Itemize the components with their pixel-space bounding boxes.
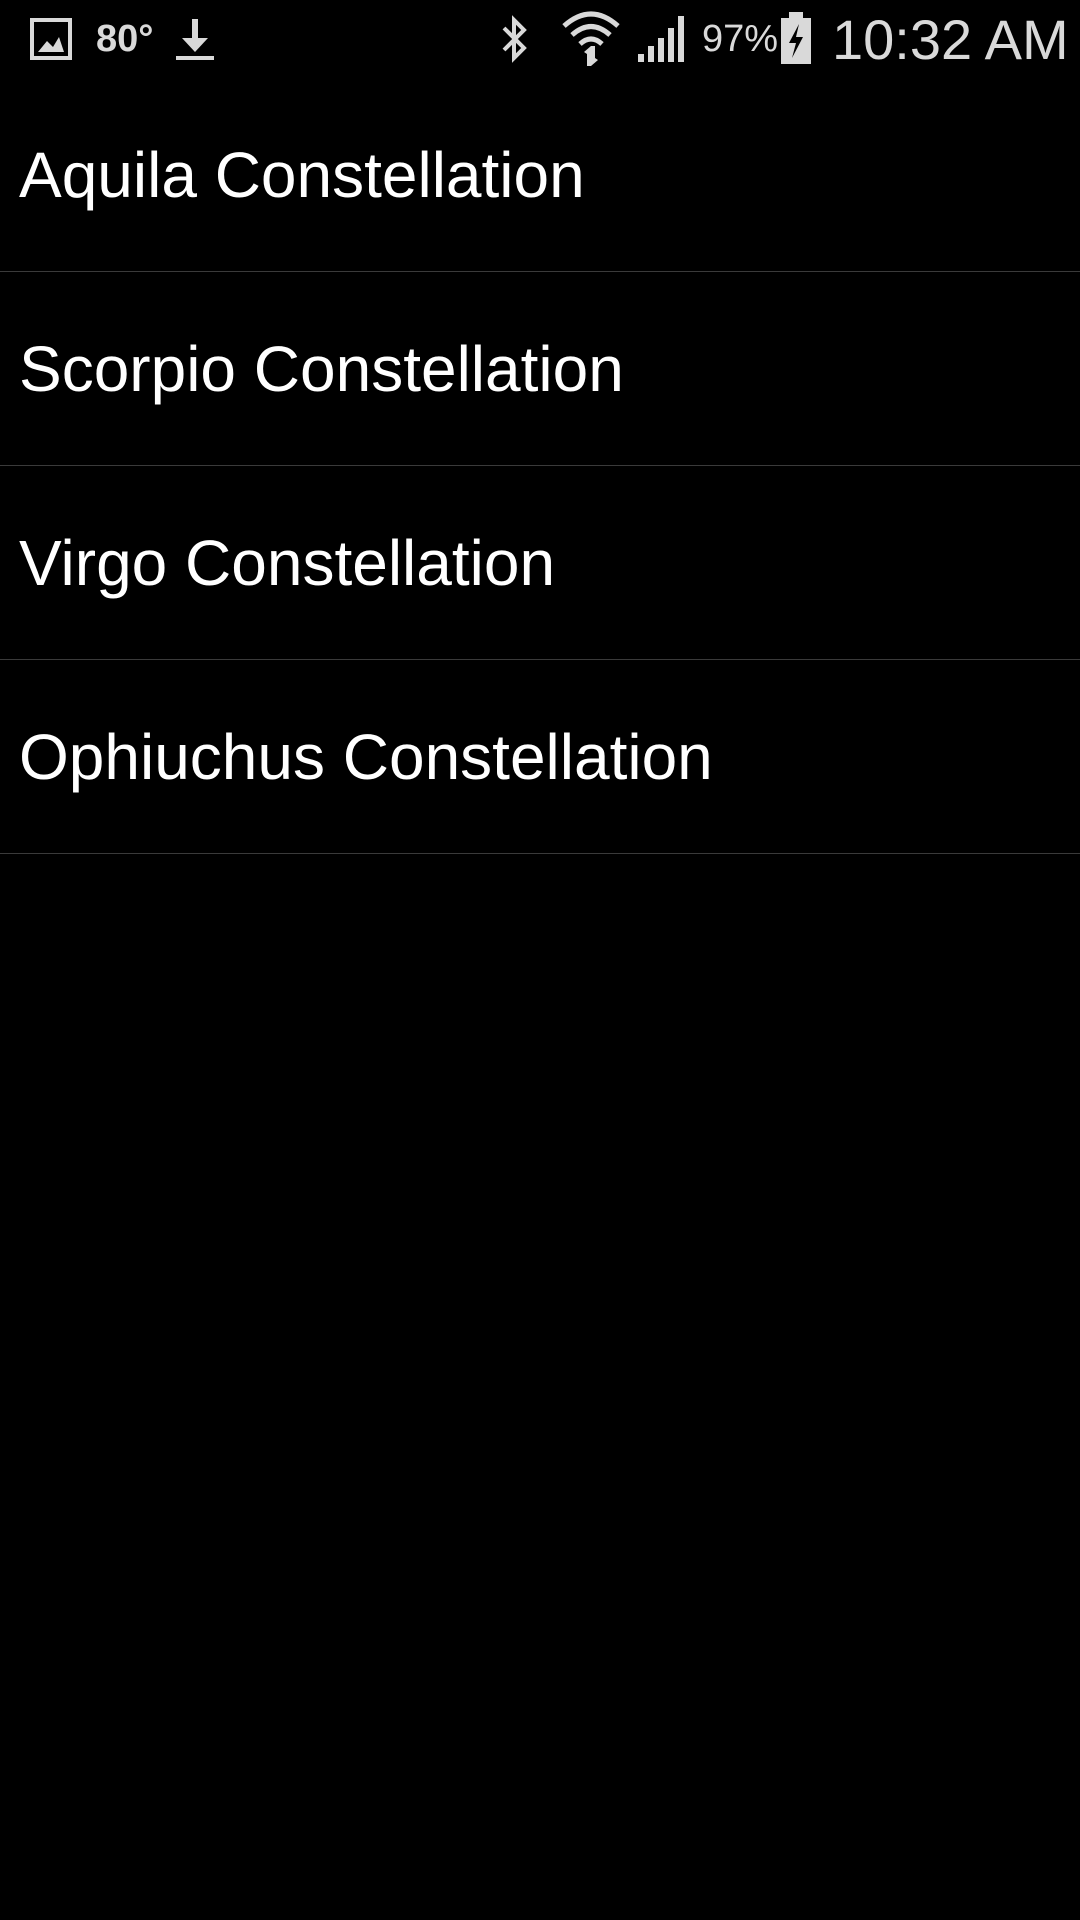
battery-percent: 97% [702,17,779,60]
list-item-scorpio[interactable]: Scorpio Constellation [0,272,1080,466]
list-item-label: Aquila Constellation [19,138,585,211]
clock-time: 10:32 AM [832,7,1069,71]
battery-charging-icon [778,10,814,66]
download-icon [170,14,220,64]
gallery-icon [28,16,74,62]
constellation-list: Aquila Constellation Scorpio Constellati… [0,78,1080,854]
list-item-virgo[interactable]: Virgo Constellation [0,466,1080,660]
temperature-label: 80° [96,17,154,60]
signal-icon [636,12,690,64]
list-item-ophiuchus[interactable]: Ophiuchus Constellation [0,660,1080,854]
list-item-aquila[interactable]: Aquila Constellation [0,78,1080,272]
list-item-label: Virgo Constellation [19,526,556,599]
wifi-icon [560,8,622,66]
list-item-label: Scorpio Constellation [19,332,624,405]
status-bar: 80° 97% 10:32 AM [0,0,1080,78]
bluetooth-icon [494,12,536,66]
list-item-label: Ophiuchus Constellation [19,720,713,793]
